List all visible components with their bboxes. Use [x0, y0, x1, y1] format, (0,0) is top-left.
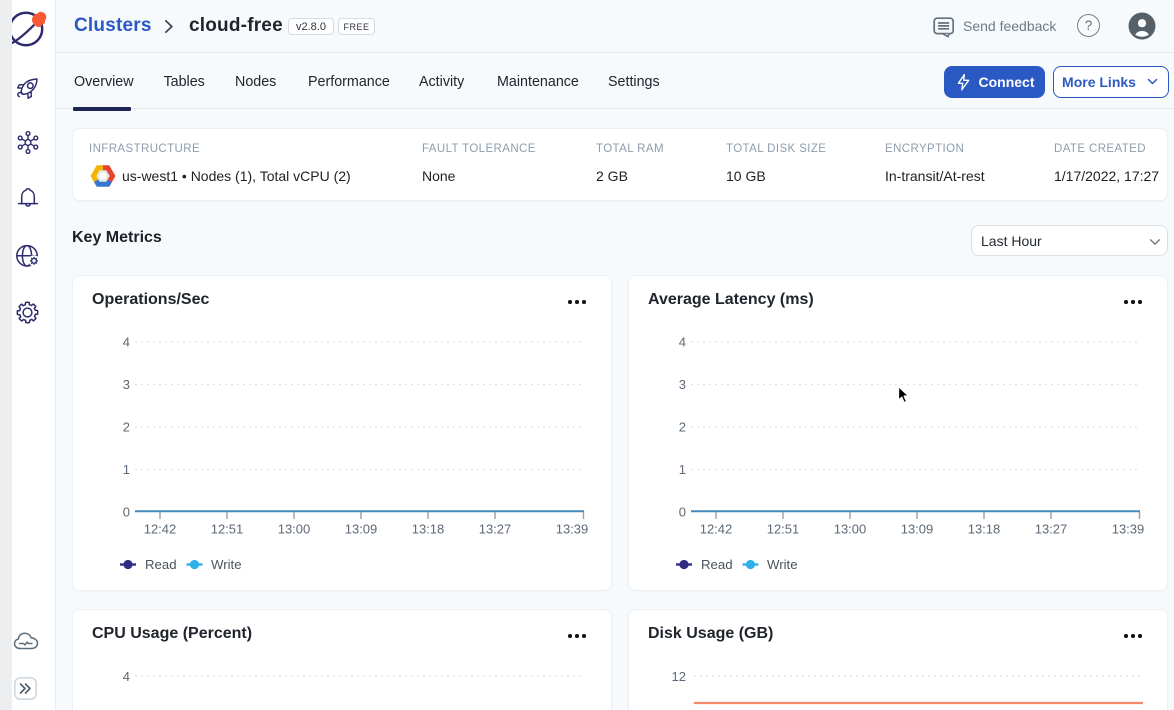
svg-text:0: 0 [679, 505, 686, 520]
svg-text:1: 1 [123, 462, 130, 477]
svg-text:13:39: 13:39 [556, 522, 589, 537]
svg-text:13:09: 13:09 [901, 522, 934, 537]
svg-text:12: 12 [672, 669, 686, 684]
svg-text:13:09: 13:09 [345, 522, 378, 537]
svg-text:4: 4 [123, 669, 130, 684]
svg-text:4: 4 [123, 335, 130, 350]
svg-text:3: 3 [679, 377, 686, 392]
svg-text:Write: Write [767, 557, 798, 572]
svg-text:13:00: 13:00 [278, 522, 311, 537]
svg-text:4: 4 [679, 335, 686, 350]
svg-text:2: 2 [679, 420, 686, 435]
svg-text:2: 2 [123, 420, 130, 435]
svg-text:13:39: 13:39 [1112, 522, 1145, 537]
svg-text:13:00: 13:00 [834, 522, 867, 537]
svg-text:12:51: 12:51 [767, 522, 800, 537]
svg-text:12:42: 12:42 [144, 522, 177, 537]
svg-text:3: 3 [123, 377, 130, 392]
svg-text:0: 0 [123, 505, 130, 520]
svg-text:13:27: 13:27 [479, 522, 512, 537]
svg-text:13:27: 13:27 [1035, 522, 1068, 537]
svg-text:13:18: 13:18 [968, 522, 1001, 537]
svg-text:Read: Read [701, 557, 733, 572]
svg-text:12:51: 12:51 [211, 522, 244, 537]
svg-text:13:18: 13:18 [412, 522, 445, 537]
svg-text:1: 1 [679, 462, 686, 477]
svg-text:12:42: 12:42 [700, 522, 733, 537]
svg-text:Read: Read [145, 557, 177, 572]
svg-text:Write: Write [211, 557, 242, 572]
